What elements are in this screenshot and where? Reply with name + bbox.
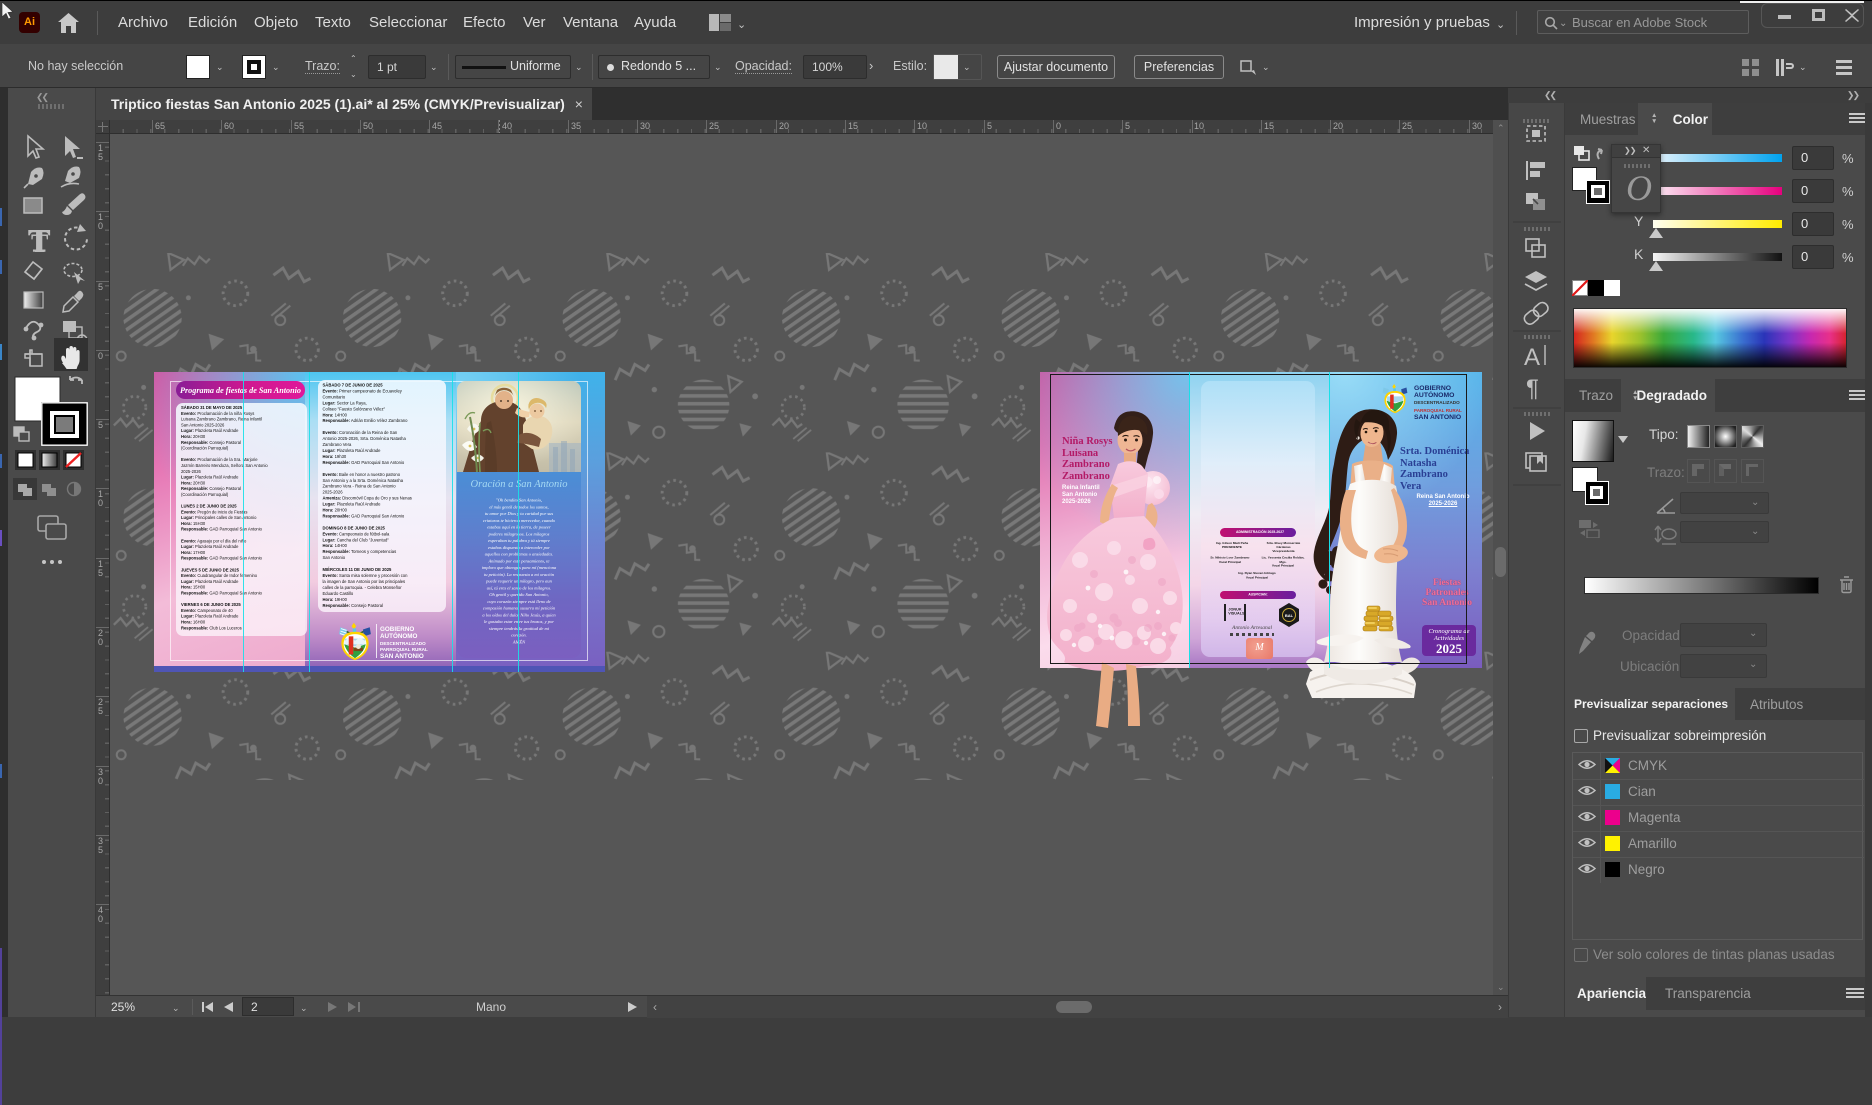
svg-text:A: A	[1524, 344, 1540, 371]
svg-text:¶: ¶	[1526, 375, 1539, 402]
svg-text:T: T	[31, 229, 48, 258]
